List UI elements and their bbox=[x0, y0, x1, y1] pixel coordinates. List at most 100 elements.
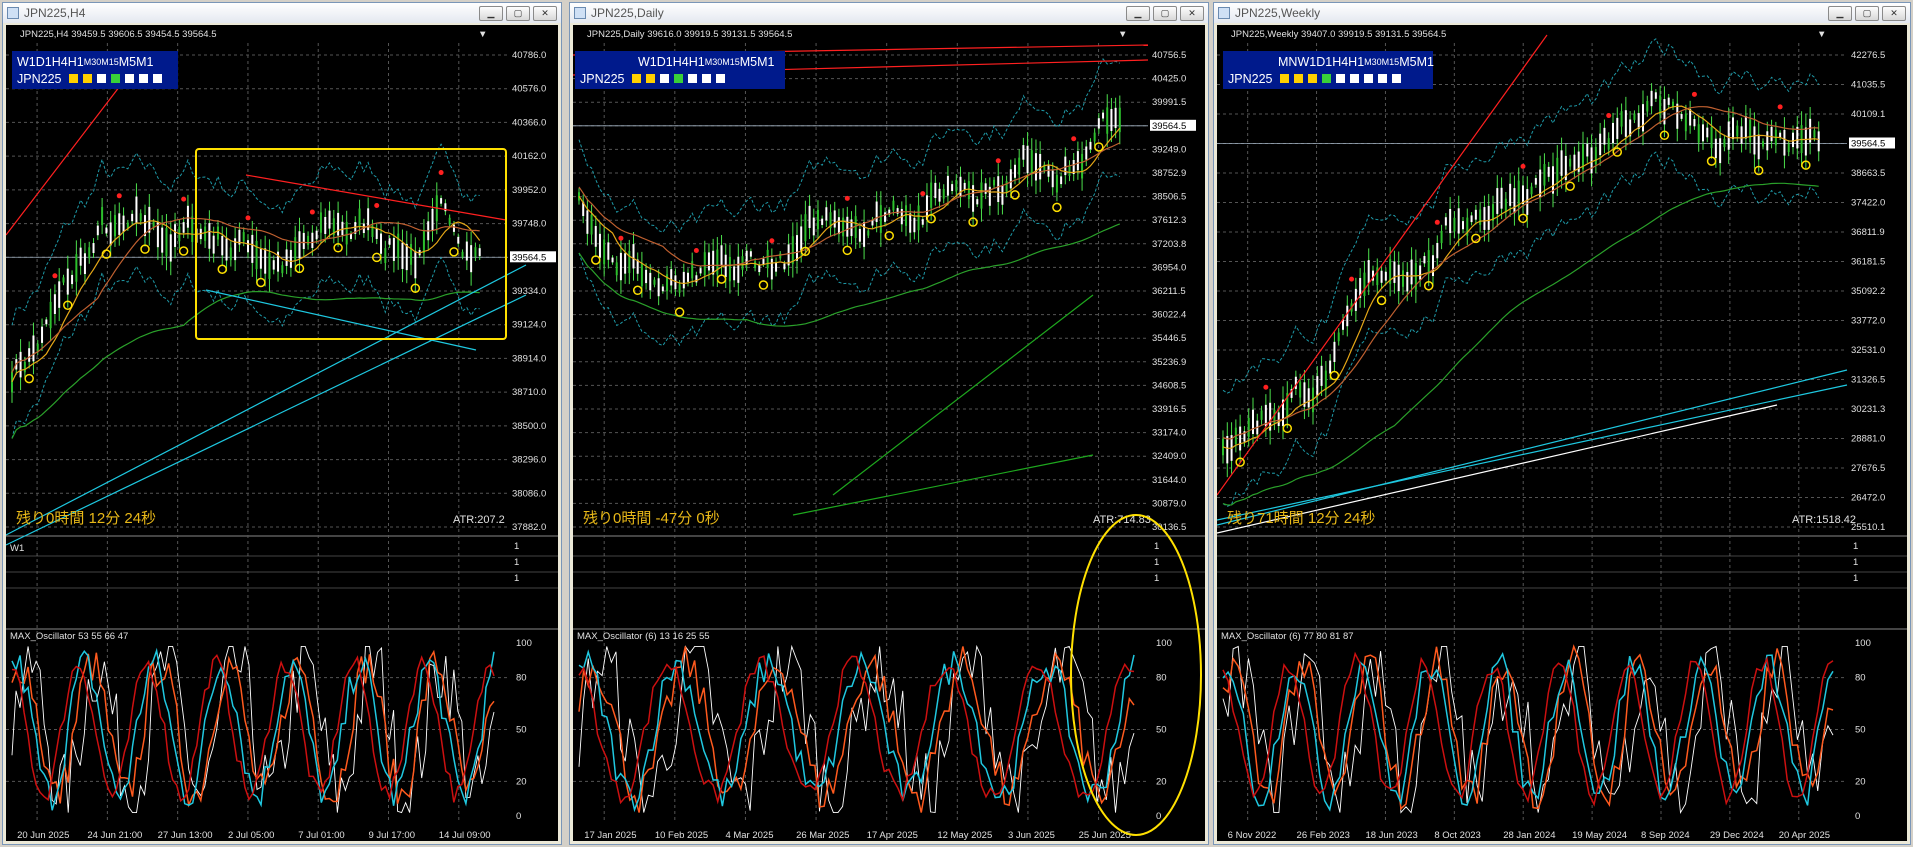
candle-body bbox=[221, 235, 224, 256]
candle-body bbox=[23, 362, 26, 373]
candle-body bbox=[1294, 376, 1297, 389]
candle-body bbox=[165, 228, 168, 257]
peak-marker bbox=[181, 196, 187, 202]
timeframe-label: M1 bbox=[136, 54, 154, 69]
signal-circle bbox=[217, 264, 228, 274]
band-label: W1 bbox=[10, 543, 24, 554]
chart-window-weekly[interactable]: JPN225,Weekly ▁ ▢ ✕ JPN225,Weekly 39407.… bbox=[1213, 2, 1911, 845]
candle-body bbox=[1316, 376, 1319, 397]
candle-body bbox=[590, 214, 593, 235]
price-axis-label: 32531.0 bbox=[1851, 345, 1885, 356]
candle-body bbox=[1586, 143, 1589, 157]
signal-circle bbox=[256, 277, 266, 288]
timeframe-row: W1 D1 H4 H1 M30 M15 M5 M1 bbox=[17, 53, 173, 70]
window-titlebar[interactable]: JPN225,Weekly ▁ ▢ ✕ bbox=[1214, 3, 1910, 23]
price-axis-label: 40366.0 bbox=[512, 117, 546, 128]
chart-canvas[interactable]: JPN225,Weekly 39407.0 39919.5 39131.5 39… bbox=[1217, 25, 1907, 841]
symbol-row: JPN225 bbox=[1228, 70, 1428, 87]
window-titlebar[interactable]: JPN225,Daily ▁ ▢ ✕ bbox=[570, 3, 1208, 23]
timeframe-label: D1 bbox=[1316, 54, 1333, 69]
chart-canvas[interactable]: JPN225,Daily 39616.0 39919.5 39131.5 395… bbox=[573, 25, 1205, 841]
candle-body bbox=[1329, 360, 1332, 374]
current-price-label: 39564.5 bbox=[1152, 121, 1186, 132]
oscillator-level: 50 bbox=[1855, 725, 1866, 736]
candle-body bbox=[1440, 230, 1443, 244]
candle-body bbox=[204, 226, 207, 241]
date-axis-label: 14 Jul 09:00 bbox=[439, 830, 491, 841]
signal-circle bbox=[449, 247, 459, 257]
candle-body bbox=[174, 224, 177, 247]
chart-window-icon bbox=[1218, 7, 1230, 19]
maximize-button[interactable]: ▢ bbox=[1855, 5, 1879, 21]
oscillator-level: 100 bbox=[1156, 638, 1172, 649]
candle-body bbox=[225, 238, 228, 261]
candle-body bbox=[1796, 126, 1799, 149]
peak-marker bbox=[769, 238, 775, 244]
candle-body bbox=[88, 247, 91, 259]
candle-body bbox=[1594, 146, 1597, 165]
price-axis-label: 35236.9 bbox=[1152, 357, 1186, 368]
timeframe-label: M1 bbox=[1416, 54, 1434, 69]
chart-canvas[interactable]: JPN225,H4 39459.5 39606.5 39454.5 39564.… bbox=[6, 25, 558, 841]
bollinger-band bbox=[1222, 38, 1820, 394]
candle-body bbox=[997, 176, 1000, 203]
price-chart[interactable]: JPN225,Weekly 39407.0 39919.5 39131.5 39… bbox=[1217, 25, 1907, 841]
peak-marker bbox=[52, 273, 58, 279]
collapse-arrow-icon: ▼ bbox=[478, 29, 487, 40]
candle-body bbox=[993, 179, 996, 186]
candle-body bbox=[1226, 435, 1229, 464]
candle-body bbox=[1697, 124, 1700, 143]
candle-body bbox=[728, 256, 731, 282]
candle-body bbox=[1792, 132, 1794, 148]
maximize-button[interactable]: ▢ bbox=[506, 5, 530, 21]
candle-body bbox=[1102, 112, 1105, 119]
price-axis-label: 39991.5 bbox=[1152, 97, 1186, 108]
candle-body bbox=[259, 249, 262, 269]
close-button[interactable]: ✕ bbox=[1180, 5, 1204, 21]
close-button[interactable]: ✕ bbox=[533, 5, 557, 21]
price-axis-label: 38710.0 bbox=[512, 387, 546, 398]
candle-body bbox=[720, 245, 723, 266]
candle-body bbox=[1397, 264, 1400, 292]
price-axis-label: 27676.5 bbox=[1851, 463, 1885, 474]
signal-circle bbox=[1010, 190, 1020, 200]
candle-body bbox=[1093, 132, 1096, 142]
close-button[interactable]: ✕ bbox=[1882, 5, 1906, 21]
candle-body bbox=[1766, 131, 1769, 151]
date-axis-label: 26 Mar 2025 bbox=[796, 830, 849, 841]
band-scale-label: 1 bbox=[514, 557, 519, 568]
oscillator-level: 50 bbox=[1156, 725, 1167, 736]
candle-body bbox=[1307, 388, 1310, 408]
trend-line bbox=[792, 454, 1094, 516]
bollinger-band bbox=[11, 143, 480, 326]
price-axis-label: 31326.5 bbox=[1851, 375, 1885, 386]
candle-body bbox=[410, 243, 413, 265]
timeframe-label: H1 bbox=[688, 54, 705, 69]
minimize-button[interactable]: ▁ bbox=[1126, 5, 1150, 21]
candle-body bbox=[657, 278, 660, 297]
candle-body bbox=[298, 231, 301, 259]
countdown-text: 残り71時間 12分 24秒 bbox=[1227, 510, 1375, 527]
minimize-button[interactable]: ▁ bbox=[1828, 5, 1852, 21]
candle-body bbox=[976, 199, 979, 205]
candle-body bbox=[1654, 92, 1657, 99]
timeframe-label: D1 bbox=[656, 54, 673, 69]
price-chart[interactable]: JPN225,H4 39459.5 39606.5 39454.5 39564.… bbox=[6, 25, 558, 841]
chart-window-h4[interactable]: JPN225,H4 ▁ ▢ ✕ JPN225,H4 39459.5 39606.… bbox=[2, 2, 562, 845]
price-chart[interactable]: JPN225,Daily 39616.0 39919.5 39131.5 395… bbox=[573, 25, 1205, 841]
candle-body bbox=[687, 272, 689, 282]
signal-circle bbox=[1376, 295, 1387, 306]
candle-body bbox=[388, 238, 391, 245]
signal-circle bbox=[178, 246, 189, 256]
price-axis-label: 30231.3 bbox=[1851, 404, 1885, 415]
window-titlebar[interactable]: JPN225,H4 ▁ ▢ ✕ bbox=[3, 3, 561, 23]
candle-body bbox=[833, 210, 836, 228]
minimize-button[interactable]: ▁ bbox=[479, 5, 503, 21]
peak-marker bbox=[1263, 384, 1269, 390]
chart-window-daily[interactable]: JPN225,Daily ▁ ▢ ✕ JPN225,Daily 39616.0 … bbox=[569, 2, 1209, 845]
candle-body bbox=[1504, 198, 1507, 213]
candle-body bbox=[640, 263, 643, 287]
candle-body bbox=[653, 279, 656, 285]
candle-body bbox=[1723, 138, 1726, 148]
maximize-button[interactable]: ▢ bbox=[1153, 5, 1177, 21]
